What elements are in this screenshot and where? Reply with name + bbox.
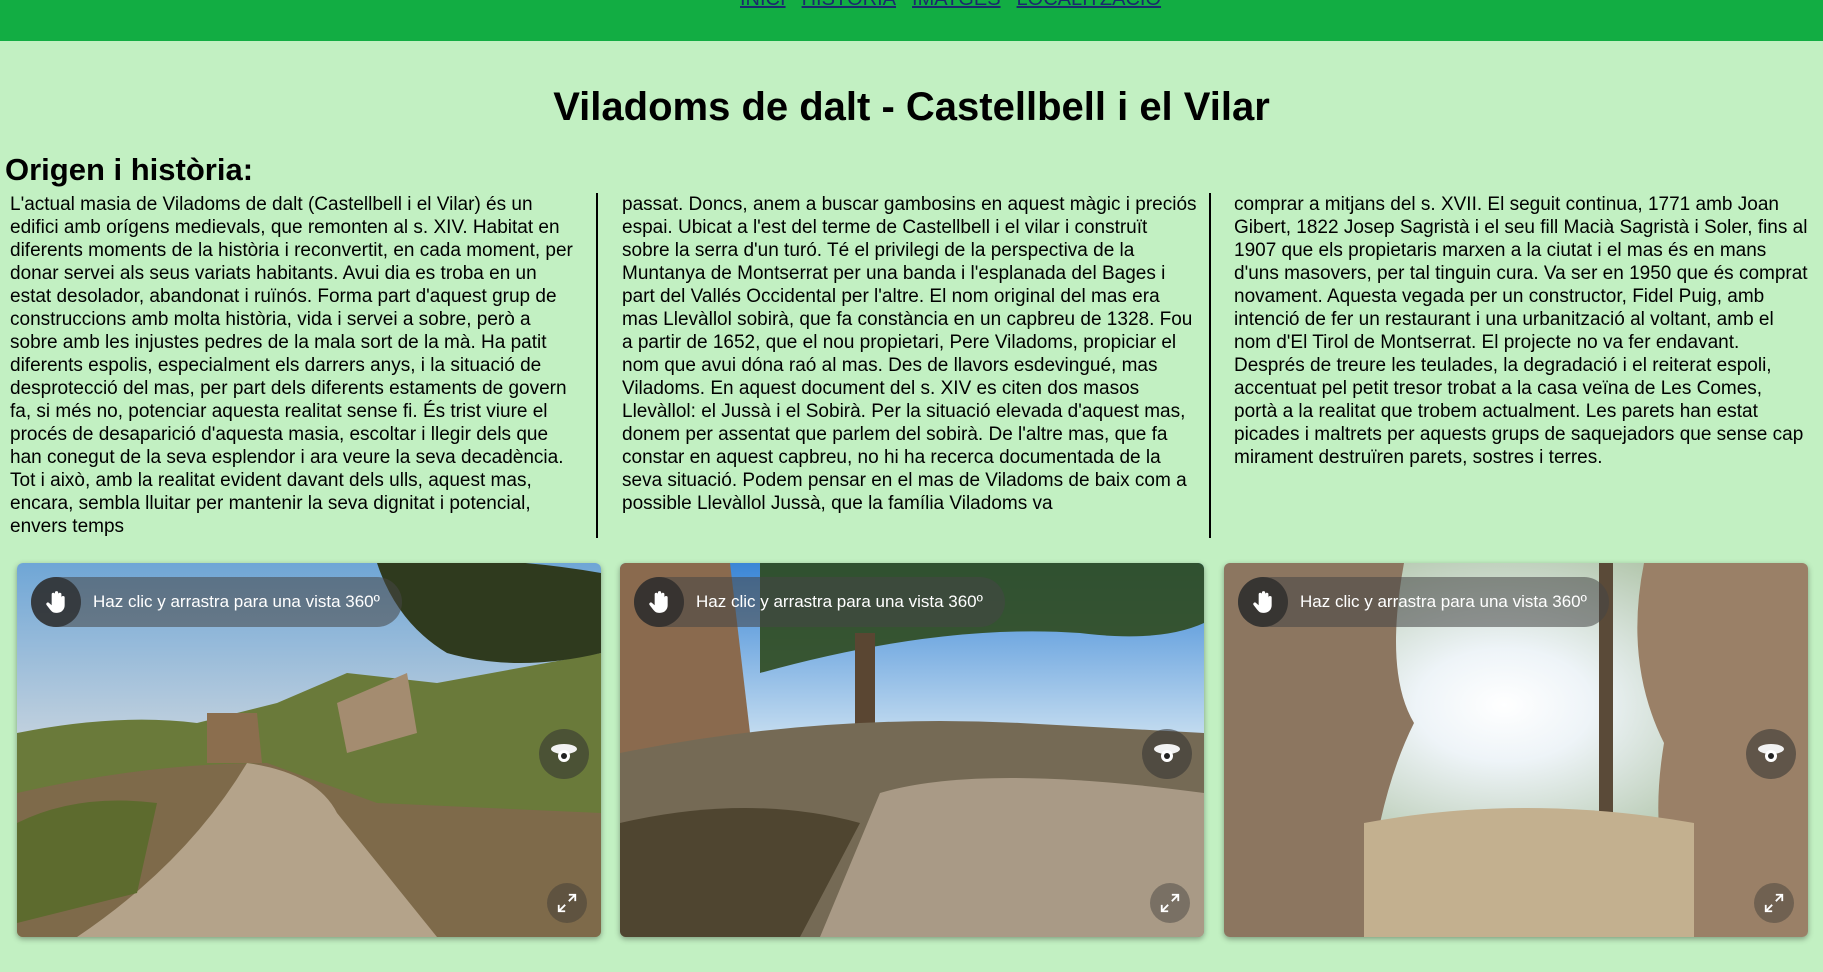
nav-link-imatges[interactable]: IMATGES: [912, 0, 1001, 9]
panorama-viewer-1[interactable]: Haz clic y arrastra para una vista 360º: [17, 563, 601, 937]
column-divider: [596, 193, 598, 538]
panorama-viewer-3[interactable]: Haz clic y arrastra para una vista 360º: [1224, 563, 1808, 937]
fullscreen-icon[interactable]: [1754, 883, 1794, 923]
drag-hint-text: Haz clic y arrastra para una vista 360º: [93, 592, 380, 611]
hand-drag-icon: [1238, 577, 1288, 627]
drag-hint-text: Haz clic y arrastra para una vista 360º: [1300, 592, 1587, 611]
hand-drag-icon: [634, 577, 684, 627]
panorama-viewer-2[interactable]: Haz clic y arrastra para una vista 360º: [620, 563, 1204, 937]
page-title: Viladoms de dalt - Castellbell i el Vila…: [553, 85, 1270, 129]
main-nav: INICI HISTÒRIA IMATGES LOCALITZACIÓ: [740, 0, 1161, 9]
history-column-2: passat. Doncs, anem a buscar gambosins e…: [622, 194, 1197, 514]
nav-link-historia[interactable]: HISTÒRIA: [802, 0, 896, 9]
history-column-3: comprar a mitjans del s. XVII. El seguit…: [1234, 194, 1808, 468]
top-navigation-bar: INICI HISTÒRIA IMATGES LOCALITZACIÓ: [0, 0, 1823, 41]
history-text-columns: L'actual masia de Viladoms de dalt (Cast…: [10, 193, 1813, 538]
hand-drag-icon: [31, 577, 81, 627]
drag-hint: Haz clic y arrastra para una vista 360º: [1238, 577, 1609, 627]
drag-hint: Haz clic y arrastra para una vista 360º: [634, 577, 1005, 627]
nav-link-localitzacio[interactable]: LOCALITZACIÓ: [1017, 0, 1161, 9]
fullscreen-icon[interactable]: [1150, 883, 1190, 923]
section-title: Origen i història:: [5, 152, 254, 187]
fullscreen-icon[interactable]: [547, 883, 587, 923]
gyroscope-icon[interactable]: [1142, 729, 1192, 779]
drag-hint: Haz clic y arrastra para una vista 360º: [31, 577, 402, 627]
drag-hint-text: Haz clic y arrastra para una vista 360º: [696, 592, 983, 611]
column-divider: [1209, 193, 1211, 538]
gyroscope-icon[interactable]: [1746, 729, 1796, 779]
gyroscope-icon[interactable]: [539, 729, 589, 779]
history-column-1: L'actual masia de Viladoms de dalt (Cast…: [10, 194, 573, 537]
nav-link-inici[interactable]: INICI: [740, 0, 786, 9]
